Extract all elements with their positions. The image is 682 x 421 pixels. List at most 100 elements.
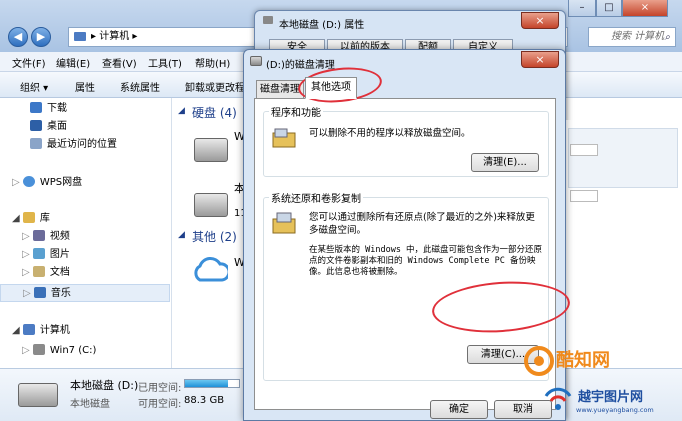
- nav-item-desktop[interactable]: 桌面: [0, 118, 170, 136]
- disk-cleanup-dialog: (D:)的磁盘清理 × 磁盘清理 其他选项 程序和功能 可以删除不用的程序以释放…: [243, 49, 566, 421]
- drive-icon: [18, 383, 58, 407]
- cloud-drive-icon: [22, 176, 35, 187]
- breadcrumb-arrow-icon: ▸: [91, 31, 100, 42]
- nav-label: 文档: [49, 267, 70, 278]
- system-restore-icon: [272, 212, 296, 234]
- expand-arrow-icon[interactable]: ▷: [12, 177, 23, 188]
- usage-bar-fill: [185, 380, 229, 387]
- nav-label: 桌面: [47, 121, 67, 132]
- expand-arrow-icon[interactable]: ▷: [23, 288, 34, 299]
- cleanup-close-button[interactable]: ×: [521, 51, 559, 68]
- collapse-arrow-icon[interactable]: ◢: [12, 325, 23, 336]
- nav-label: Win7 (C:): [49, 345, 97, 356]
- nav-label: 库: [39, 213, 50, 224]
- maximize-button[interactable]: □: [596, 0, 622, 17]
- system-properties-button[interactable]: 系统属性: [120, 79, 160, 94]
- properties-button[interactable]: 属性: [75, 79, 95, 94]
- details-used-label: 已用空间:: [138, 383, 182, 394]
- nav-item-pictures[interactable]: ▷ 图片: [0, 246, 170, 264]
- nav-label: 图片: [49, 249, 70, 260]
- nav-item-videos[interactable]: ▷ 视频: [0, 228, 170, 246]
- music-icon: [33, 287, 46, 298]
- search-input[interactable]: 搜索 计算机 ⌕: [588, 27, 676, 47]
- ok-button[interactable]: 确定: [430, 400, 488, 419]
- forward-arrow-icon[interactable]: ▶: [31, 27, 51, 47]
- nav-item-wps[interactable]: ▷ WPS网盘: [0, 174, 170, 192]
- group-header-hard-disks[interactable]: 硬盘 (4): [192, 104, 237, 121]
- organize-button[interactable]: 组织 ▾: [20, 79, 48, 94]
- breadcrumb-computer[interactable]: 计算机: [99, 31, 129, 42]
- system-restore-note: 在某些版本的 Windows 中，此磁盘可能包含作为一部分还原点的文件卷影副本和…: [309, 245, 543, 277]
- group-collapse-icon[interactable]: ◢: [178, 106, 185, 116]
- navigation-pane: 下载 桌面 最近访问的位置 ▷ WPS网盘 ◢ 库 ▷ 视频 ▷ 图片 ▷ 文档…: [0, 98, 172, 368]
- usage-bar: [184, 379, 240, 388]
- watermark-brand1: 酷知网: [556, 350, 610, 371]
- details-drive-type: 本地磁盘: [70, 399, 110, 410]
- more-options-panel: 程序和功能 可以删除不用的程序以释放磁盘空间。 清理(E)... 系统还原和卷影…: [254, 98, 556, 410]
- nav-item-music[interactable]: ▷ 音乐: [0, 284, 170, 302]
- tab-disk-cleanup[interactable]: 磁盘清理: [256, 80, 304, 99]
- group-header-other[interactable]: 其他 (2): [192, 228, 237, 245]
- properties-close-button[interactable]: ×: [521, 12, 559, 29]
- watermark: 酷知网 越宇图片网 www.yueyangbang.com: [520, 342, 682, 421]
- tab-more-options[interactable]: 其他选项: [305, 77, 357, 99]
- recent-places-icon: [30, 138, 42, 149]
- menu-help[interactable]: 帮助(H): [195, 55, 230, 70]
- programs-heading: 程序和功能: [269, 104, 323, 119]
- cleanup-title: (D:)的磁盘清理: [266, 60, 335, 71]
- expand-arrow-icon[interactable]: ▷: [22, 345, 33, 356]
- computer-small-icon: [74, 32, 86, 41]
- details-free-value: 88.3 GB: [184, 395, 225, 406]
- drive-icon[interactable]: [194, 138, 228, 162]
- pictures-icon: [32, 248, 45, 259]
- expand-arrow-icon[interactable]: ▷: [22, 267, 33, 278]
- group-collapse-icon[interactable]: ◢: [178, 230, 185, 240]
- library-icon: [22, 212, 35, 223]
- menu-view[interactable]: 查看(V): [102, 55, 137, 70]
- drive-icon: [32, 344, 45, 355]
- computer-icon: [22, 324, 35, 335]
- system-restore-description: 您可以通过删除所有还原点(除了最近的之外)来释放更多磁盘空间。: [309, 212, 535, 236]
- expand-arrow-icon[interactable]: ▷: [22, 231, 33, 242]
- menu-tools[interactable]: 工具(T): [148, 55, 182, 70]
- watermark-url: www.yueyangbang.com: [576, 406, 654, 414]
- minimize-button[interactable]: –: [568, 0, 596, 17]
- menu-edit[interactable]: 编辑(E): [56, 55, 90, 70]
- download-folder-icon: [30, 102, 42, 113]
- nav-item-drive-c[interactable]: ▷ Win7 (C:): [0, 342, 170, 360]
- nav-item-computer[interactable]: ◢ 计算机: [0, 322, 170, 340]
- field-box: [570, 190, 598, 202]
- drive-icon[interactable]: [194, 193, 228, 217]
- nav-item-recent[interactable]: 最近访问的位置: [0, 136, 170, 154]
- nav-item-library[interactable]: ◢ 库: [0, 210, 170, 228]
- system-restore-heading: 系统还原和卷影复制: [269, 190, 363, 205]
- desktop-icon: [30, 120, 42, 131]
- details-drive-name: 本地磁盘 (D:): [70, 379, 139, 392]
- menu-file[interactable]: 文件(F): [12, 55, 46, 70]
- watermark-logo-2: [544, 387, 572, 410]
- documents-icon: [32, 266, 45, 277]
- watermark-logo: [524, 346, 554, 376]
- search-icon: ⌕: [664, 32, 670, 43]
- nav-item-downloads[interactable]: 下载: [0, 100, 170, 118]
- drive-small-icon: [263, 16, 273, 24]
- search-placeholder: 搜索 计算机: [611, 31, 665, 42]
- expand-arrow-icon[interactable]: ▷: [22, 249, 33, 260]
- cloud-drive-icon[interactable]: [192, 254, 228, 284]
- watermark-brand2: 越宇图片网: [578, 390, 644, 405]
- back-arrow-icon[interactable]: ◀: [8, 27, 28, 47]
- collapse-arrow-icon[interactable]: ◢: [12, 213, 23, 224]
- field-box: [570, 144, 598, 156]
- nav-label: 最近访问的位置: [47, 139, 117, 150]
- properties-title: 本地磁盘 (D:) 属性: [279, 20, 365, 31]
- nav-label: WPS网盘: [39, 177, 83, 188]
- programs-cleanup-button[interactable]: 清理(E)...: [471, 153, 539, 172]
- nav-label: 音乐: [50, 288, 71, 299]
- nav-label: 计算机: [39, 325, 70, 336]
- programs-description: 可以删除不用的程序以释放磁盘空间。: [309, 128, 471, 139]
- details-free-label: 可用空间:: [138, 399, 182, 410]
- explorer-content-right: [566, 120, 682, 368]
- close-button[interactable]: ×: [622, 0, 668, 17]
- info-panel: [568, 128, 678, 188]
- nav-item-documents[interactable]: ▷ 文档: [0, 264, 170, 282]
